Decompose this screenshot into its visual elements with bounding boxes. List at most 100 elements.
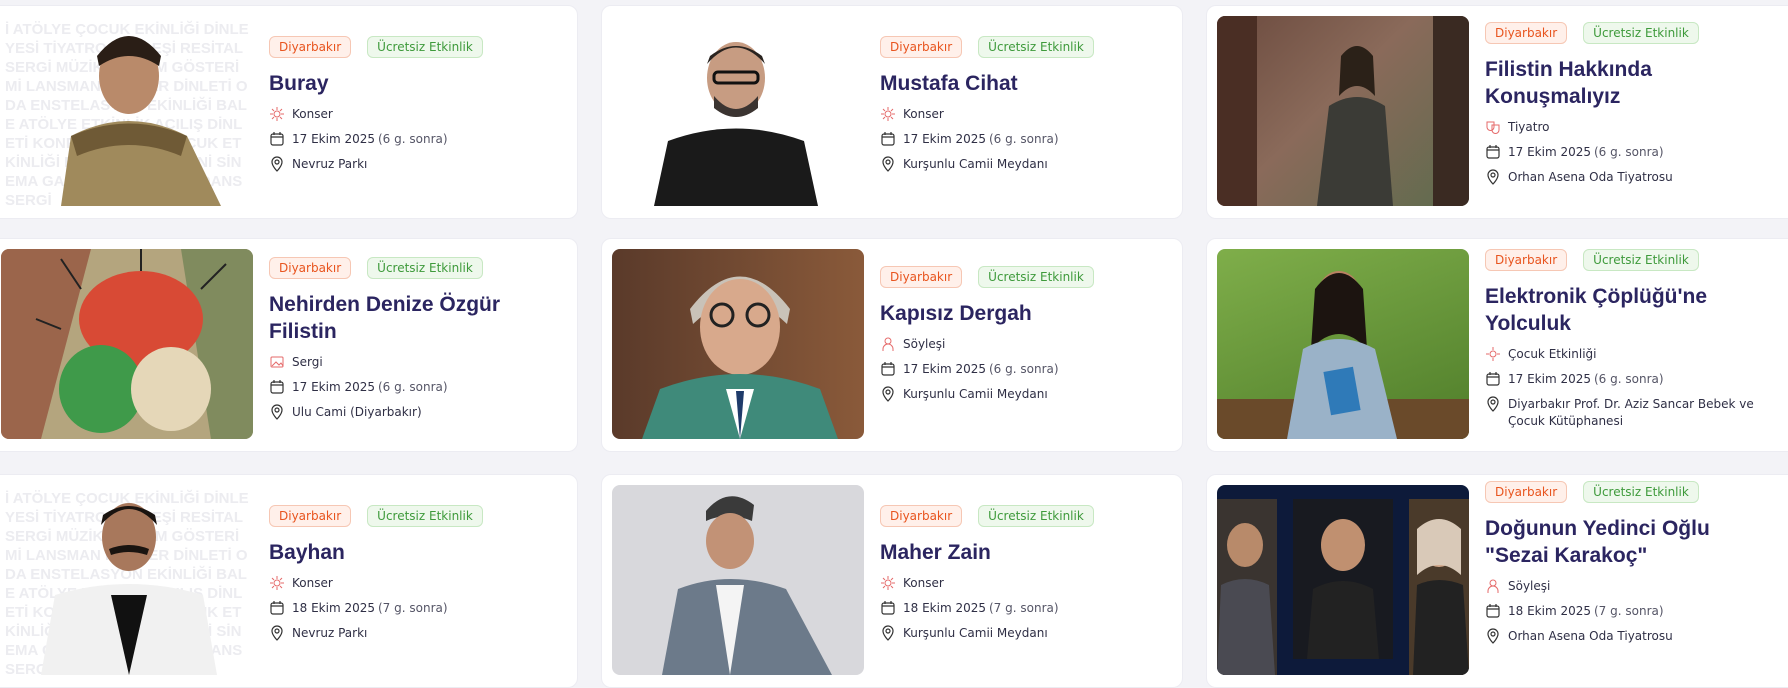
event-card[interactable]: Diyarbakır Ücretsiz Etkinlik Kapısız Der… bbox=[601, 238, 1183, 452]
performer-silhouette bbox=[41, 503, 217, 675]
event-venue[interactable]: Kurşunlu Camii Meydanı bbox=[903, 386, 1048, 403]
speakers-collage bbox=[1217, 499, 1469, 675]
event-title[interactable]: Mustafa Cihat bbox=[880, 70, 1172, 97]
event-info: Diyarbakır Ücretsiz Etkinlik Kapısız Der… bbox=[880, 266, 1172, 411]
venue-row: Nevruz Parkı bbox=[269, 625, 567, 642]
calendar-icon bbox=[1486, 372, 1500, 386]
category-row: Söyleşi bbox=[880, 336, 1172, 353]
event-photo[interactable] bbox=[612, 16, 864, 206]
event-date: 17 Ekim 2025 bbox=[292, 380, 375, 394]
category-row: Konser bbox=[880, 575, 1172, 592]
date-row: 18 Ekim 2025 (7 g. sonra) bbox=[1485, 603, 1788, 620]
event-info: Diyarbakır Ücretsiz Etkinlik Elektronik … bbox=[1485, 249, 1788, 438]
city-badge[interactable]: Diyarbakır bbox=[880, 505, 963, 527]
event-title[interactable]: Kapısız Dergah bbox=[880, 300, 1172, 327]
theater-masks-icon bbox=[1486, 121, 1500, 134]
city-badge[interactable]: Diyarbakır bbox=[269, 257, 352, 279]
category-row: Konser bbox=[269, 575, 567, 592]
location-pin-icon bbox=[882, 386, 894, 402]
event-date: 17 Ekim 2025 bbox=[292, 132, 375, 146]
event-card[interactable]: Diyarbakır Ücretsiz Etkinlik Mustafa Cih… bbox=[601, 5, 1183, 219]
event-title[interactable]: Maher Zain bbox=[880, 539, 1172, 566]
event-venue[interactable]: Ulu Cami (Diyarbakır) bbox=[292, 404, 422, 421]
performer-silhouette bbox=[1217, 271, 1469, 439]
event-title[interactable]: Buray bbox=[269, 70, 567, 97]
performer-silhouette bbox=[662, 496, 832, 675]
category-label: Çocuk Etkinliği bbox=[1508, 347, 1597, 361]
event-photo[interactable]: İ ATÖLYE ÇOCUK EKİNLİĞİ DİNLEYESİ TİYATR… bbox=[1, 485, 253, 675]
city-badge[interactable]: Diyarbakır bbox=[269, 36, 352, 58]
category-row: Konser bbox=[269, 106, 567, 123]
event-venue[interactable]: Orhan Asena Oda Tiyatrosu bbox=[1508, 628, 1673, 645]
free-badge[interactable]: Ücretsiz Etkinlik bbox=[1583, 481, 1699, 503]
category-label: Konser bbox=[903, 576, 944, 590]
event-card[interactable]: Diyarbakır Ücretsiz Etkinlik Filistin Ha… bbox=[1206, 5, 1788, 219]
city-badge[interactable]: Diyarbakır bbox=[1485, 481, 1568, 503]
location-pin-icon bbox=[271, 625, 283, 641]
event-info: Diyarbakır Ücretsiz Etkinlik Filistin Ha… bbox=[1485, 22, 1788, 194]
event-relative-date: (7 g. sonra) bbox=[989, 601, 1059, 615]
date-row: 17 Ekim 2025 (6 g. sonra) bbox=[1485, 144, 1788, 161]
free-badge[interactable]: Ücretsiz Etkinlik bbox=[367, 36, 483, 58]
event-photo[interactable] bbox=[1217, 249, 1469, 439]
free-badge[interactable]: Ücretsiz Etkinlik bbox=[978, 266, 1094, 288]
performer-silhouette bbox=[642, 276, 838, 439]
event-relative-date: (7 g. sonra) bbox=[1594, 604, 1664, 618]
date-row: 17 Ekim 2025 (6 g. sonra) bbox=[269, 379, 567, 396]
free-badge[interactable]: Ücretsiz Etkinlik bbox=[978, 505, 1094, 527]
event-card[interactable]: Diyarbakır Ücretsiz Etkinlik Doğunun Yed… bbox=[1206, 474, 1788, 688]
event-date: 17 Ekim 2025 bbox=[903, 132, 986, 146]
city-badge[interactable]: Diyarbakır bbox=[880, 266, 963, 288]
event-info: Diyarbakır Ücretsiz Etkinlik Maher Zain … bbox=[880, 505, 1172, 650]
free-badge[interactable]: Ücretsiz Etkinlik bbox=[1583, 22, 1699, 44]
date-row: 18 Ekim 2025 (7 g. sonra) bbox=[269, 600, 567, 617]
event-photo[interactable] bbox=[1, 249, 253, 439]
category-row: Sergi bbox=[269, 354, 567, 371]
event-photo[interactable] bbox=[1217, 16, 1469, 206]
city-badge[interactable]: Diyarbakır bbox=[1485, 249, 1568, 271]
performer-silhouette bbox=[654, 42, 818, 206]
event-venue[interactable]: Nevruz Parkı bbox=[292, 156, 367, 173]
event-photo[interactable] bbox=[612, 249, 864, 439]
calendar-icon bbox=[881, 362, 895, 376]
event-date: 17 Ekim 2025 bbox=[903, 362, 986, 376]
event-title[interactable]: Elektronik Çöplüğü'ne Yolculuk bbox=[1485, 283, 1745, 337]
gallery-icon bbox=[270, 356, 284, 368]
event-card[interactable]: Diyarbakır Ücretsiz Etkinlik Nehirden De… bbox=[0, 238, 578, 452]
event-title[interactable]: Filistin Hakkında Konuşmalıyız bbox=[1485, 56, 1745, 110]
venue-row: Nevruz Parkı bbox=[269, 156, 567, 173]
venue-row: Orhan Asena Oda Tiyatrosu bbox=[1485, 628, 1788, 645]
event-info: Diyarbakır Ücretsiz Etkinlik Nehirden De… bbox=[269, 257, 567, 429]
event-date: 17 Ekim 2025 bbox=[1508, 372, 1591, 386]
city-badge[interactable]: Diyarbakır bbox=[269, 505, 352, 527]
location-pin-icon bbox=[1487, 169, 1499, 185]
event-photo[interactable] bbox=[1217, 485, 1469, 675]
event-title[interactable]: Bayhan bbox=[269, 539, 567, 566]
event-title[interactable]: Nehirden Denize Özgür Filistin bbox=[269, 291, 529, 345]
event-card[interactable]: Diyarbakır Ücretsiz Etkinlik Elektronik … bbox=[1206, 238, 1788, 452]
event-venue[interactable]: Kurşunlu Camii Meydanı bbox=[903, 156, 1048, 173]
city-badge[interactable]: Diyarbakır bbox=[1485, 22, 1568, 44]
event-title[interactable]: Doğunun Yedinci Oğlu "Sezai Karakoç" bbox=[1485, 515, 1755, 569]
event-venue[interactable]: Orhan Asena Oda Tiyatrosu bbox=[1508, 169, 1673, 186]
event-card[interactable]: İ ATÖLYE ÇOCUK EKİNLİĞİ DİNLEYESİ TİYATR… bbox=[0, 474, 578, 688]
event-card[interactable]: İ ATÖLYE ÇOCUK EKİNLİĞİ DİNLEYESİ TİYATR… bbox=[0, 5, 578, 219]
event-venue[interactable]: Diyarbakır Prof. Dr. Aziz Sancar Bebek v… bbox=[1508, 396, 1768, 430]
artwork-illustration bbox=[1, 249, 253, 439]
free-badge[interactable]: Ücretsiz Etkinlik bbox=[367, 505, 483, 527]
event-card[interactable]: Diyarbakır Ücretsiz Etkinlik Maher Zain … bbox=[601, 474, 1183, 688]
event-photo[interactable] bbox=[612, 485, 864, 675]
free-badge[interactable]: Ücretsiz Etkinlik bbox=[1583, 249, 1699, 271]
event-venue[interactable]: Kurşunlu Camii Meydanı bbox=[903, 625, 1048, 642]
location-pin-icon bbox=[1487, 396, 1499, 412]
category-row: Tiyatro bbox=[1485, 119, 1788, 136]
venue-row: Kurşunlu Camii Meydanı bbox=[880, 386, 1172, 403]
event-photo[interactable]: İ ATÖLYE ÇOCUK EKİNLİĞİ DİNLEYESİ TİYATR… bbox=[1, 16, 253, 206]
city-badge[interactable]: Diyarbakır bbox=[880, 36, 963, 58]
free-badge[interactable]: Ücretsiz Etkinlik bbox=[367, 257, 483, 279]
event-venue[interactable]: Nevruz Parkı bbox=[292, 625, 367, 642]
event-date: 18 Ekim 2025 bbox=[1508, 604, 1591, 618]
date-row: 17 Ekim 2025 (6 g. sonra) bbox=[880, 131, 1172, 148]
free-badge[interactable]: Ücretsiz Etkinlik bbox=[978, 36, 1094, 58]
date-row: 17 Ekim 2025 (6 g. sonra) bbox=[1485, 371, 1788, 388]
